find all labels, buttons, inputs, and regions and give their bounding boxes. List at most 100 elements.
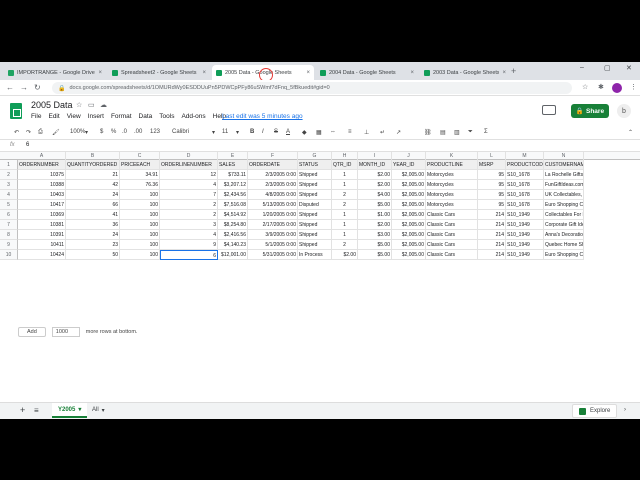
table-cell[interactable]: 7 (160, 190, 218, 200)
menu-addons[interactable]: Add-ons (181, 113, 205, 120)
add-rows-button[interactable]: Add (18, 327, 46, 337)
table-cell[interactable]: Classic Cars (426, 230, 478, 240)
column-header-c[interactable]: C (120, 152, 160, 160)
table-cell[interactable]: 76.36 (120, 180, 160, 190)
explore-button[interactable]: Explore (572, 404, 618, 418)
table-cell[interactable]: 50 (66, 250, 120, 260)
column-header-g[interactable]: G (298, 152, 332, 160)
table-cell[interactable]: $2,005.00 (392, 230, 426, 240)
row-header[interactable]: 1 (0, 160, 18, 170)
sheet-tab-y2005[interactable]: Y2005 ▾ (52, 403, 88, 418)
table-cell[interactable]: 95 (478, 180, 506, 190)
table-cell[interactable]: 4/8/2005 0:00 (248, 190, 298, 200)
table-cell[interactable]: 100 (120, 250, 160, 260)
menu-kebab-icon[interactable]: ⋮ (630, 83, 637, 91)
close-icon[interactable]: × (410, 70, 414, 76)
paint-format-icon[interactable]: 🖌 (52, 129, 60, 136)
menu-view[interactable]: View (67, 113, 81, 120)
reload-icon[interactable]: ↻ (34, 83, 41, 92)
table-cell[interactable]: FunGiftIdeas.com (544, 180, 584, 190)
formula-input[interactable]: 6 (26, 142, 29, 148)
menu-tools[interactable]: Tools (159, 113, 174, 120)
table-cell[interactable]: 10381 (18, 220, 66, 230)
account-avatar[interactable]: b (617, 104, 631, 118)
fill-color-icon[interactable]: ◆ (302, 129, 307, 136)
table-cell[interactable]: S10_1678 (506, 190, 544, 200)
table-cell[interactable]: 100 (120, 190, 160, 200)
table-cell[interactable]: Euro Shopping Channel (544, 200, 584, 210)
zoom-select[interactable]: 100% (70, 129, 85, 135)
table-cell[interactable]: Corporate Gift Ideas Co. (544, 220, 584, 230)
column-header-i[interactable]: I (358, 152, 392, 160)
table-cell[interactable]: 100 (120, 210, 160, 220)
table-cell[interactable]: $2,005.00 (392, 180, 426, 190)
table-cell[interactable]: $2,005.00 (392, 250, 426, 260)
menu-data[interactable]: Data (139, 113, 153, 120)
extensions-icon[interactable]: ✱ (598, 83, 604, 91)
italic-button[interactable]: I (262, 129, 264, 135)
table-cell[interactable]: Shipped (298, 210, 332, 220)
activity-dashboard-icon[interactable] (542, 105, 556, 115)
close-icon[interactable]: × (306, 70, 310, 76)
side-panel-toggle-icon[interactable]: › (624, 407, 626, 413)
table-cell[interactable]: $2,005.00 (392, 200, 426, 210)
table-cell[interactable]: Classic Cars (426, 240, 478, 250)
table-cell[interactable]: $2,005.00 (392, 220, 426, 230)
table-cell[interactable]: La Rochelle Gifts (544, 170, 584, 180)
font-family-select[interactable]: Calibri (172, 129, 189, 135)
row-header[interactable]: 4 (0, 190, 18, 200)
table-cell[interactable]: 1/20/2005 0:00 (248, 210, 298, 220)
font-size-select[interactable]: 11 (222, 129, 228, 135)
header-cell[interactable]: QTR_ID (332, 160, 358, 170)
column-header-j[interactable]: J (392, 152, 426, 160)
table-cell[interactable]: 10403 (18, 190, 66, 200)
print-icon[interactable]: ⎙ (38, 129, 43, 136)
table-cell[interactable]: 4 (160, 230, 218, 240)
header-cell[interactable]: ORDERNUMBER (18, 160, 66, 170)
bookmark-star-icon[interactable]: ☆ (582, 83, 588, 91)
table-cell[interactable]: 2 (332, 200, 358, 210)
table-cell[interactable]: 100 (120, 230, 160, 240)
collapse-chevron-icon[interactable]: ⌃ (628, 129, 633, 136)
redo-icon[interactable]: ↷ (26, 129, 31, 136)
profile-avatar[interactable] (612, 83, 622, 93)
star-icon[interactable]: ☆ (76, 101, 82, 109)
row-header[interactable]: 6 (0, 210, 18, 220)
table-cell[interactable]: 1 (332, 180, 358, 190)
table-cell[interactable]: S10_1949 (506, 240, 544, 250)
table-cell[interactable]: 214 (478, 240, 506, 250)
text-color-button[interactable]: A (286, 129, 290, 135)
insert-link-icon[interactable]: ⛓ (424, 129, 432, 136)
column-header-n[interactable]: N (544, 152, 584, 160)
column-header-l[interactable]: L (478, 152, 506, 160)
table-cell[interactable]: S10_1678 (506, 200, 544, 210)
column-header-f[interactable]: F (248, 152, 298, 160)
table-cell[interactable]: S10_1678 (506, 170, 544, 180)
table-cell[interactable]: 36 (66, 220, 120, 230)
sheets-logo-icon[interactable] (10, 103, 22, 119)
table-cell[interactable]: 1 (332, 230, 358, 240)
table-cell[interactable]: $2,005.00 (392, 210, 426, 220)
table-cell[interactable]: S10_1949 (506, 210, 544, 220)
table-cell[interactable]: S10_1949 (506, 220, 544, 230)
table-cell[interactable]: 95 (478, 200, 506, 210)
undo-icon[interactable]: ↶ (14, 129, 19, 136)
table-cell[interactable]: $2,005.00 (392, 170, 426, 180)
row-header[interactable]: 8 (0, 230, 18, 240)
table-cell[interactable]: 42 (66, 180, 120, 190)
table-cell[interactable]: 4 (160, 180, 218, 190)
insert-chart-icon[interactable]: ▥ (454, 129, 460, 136)
table-cell[interactable]: 214 (478, 220, 506, 230)
table-cell[interactable]: 10424 (18, 250, 66, 260)
table-cell[interactable]: $4,140.23 (218, 240, 248, 250)
minimize-icon[interactable]: – (580, 64, 584, 71)
table-cell[interactable]: 10369 (18, 210, 66, 220)
functions-icon[interactable]: Σ (484, 129, 488, 135)
table-cell[interactable]: 214 (478, 210, 506, 220)
spreadsheet-grid[interactable]: ABCDEFGHIJKLMN ORDERNUMBER QUANTITYORDERE… (0, 152, 640, 407)
row-header[interactable]: 7 (0, 220, 18, 230)
row-header[interactable]: 3 (0, 180, 18, 190)
table-cell[interactable]: $2,005.00 (392, 240, 426, 250)
table-cell[interactable]: $3,207.12 (218, 180, 248, 190)
borders-icon[interactable]: ▦ (316, 129, 322, 136)
